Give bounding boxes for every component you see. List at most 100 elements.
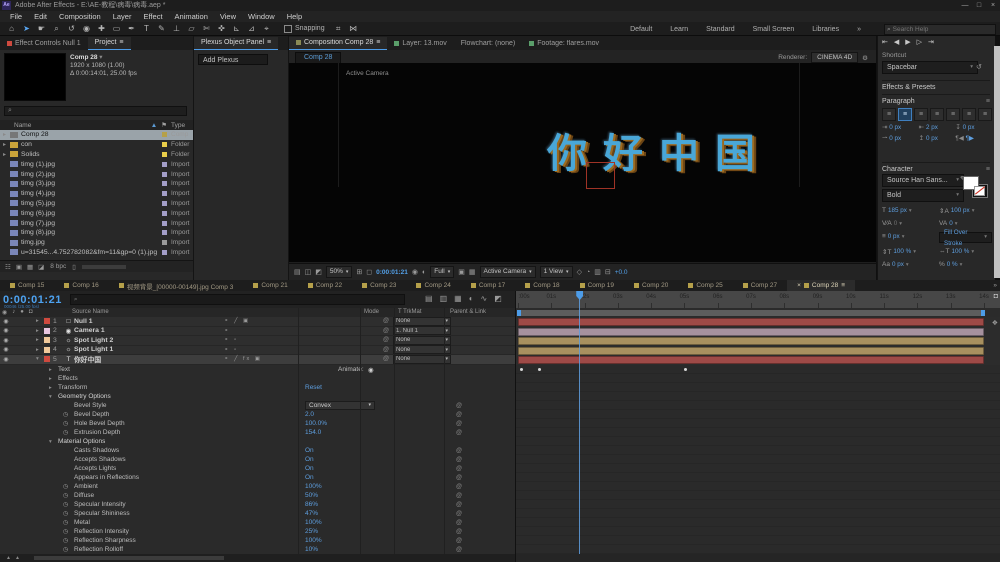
property-row[interactable]: ▸TextAnimate:◉: [0, 365, 515, 374]
comp-tab[interactable]: Comp 22: [298, 280, 352, 291]
align-left-button[interactable]: ≡: [882, 108, 896, 121]
property-row[interactable]: ▸Effects: [0, 374, 515, 383]
property-name[interactable]: Effects: [58, 375, 78, 382]
snapping-checkbox[interactable]: [284, 25, 292, 33]
layer-label-swatch[interactable]: [44, 328, 50, 334]
property-row[interactable]: Appears in ReflectionsOn@: [0, 473, 515, 482]
label-color-swatch[interactable]: [162, 162, 167, 167]
property-name[interactable]: Text: [58, 366, 70, 373]
label-color-swatch[interactable]: [162, 132, 167, 137]
layer-row[interactable]: ◉▾5T你好中国⚬ ╱ fx ▣@None▾: [0, 355, 515, 365]
twirl-icon[interactable]: ▸: [49, 367, 52, 373]
panel-menu-icon[interactable]: ≡: [841, 282, 845, 289]
stopwatch-icon[interactable]: ◷: [63, 528, 68, 535]
property-value[interactable]: 2.0: [305, 411, 314, 418]
pan-behind-tool-icon[interactable]: ✚: [94, 22, 109, 35]
project-item[interactable]: u=31545...4.752782082&fm=11&gp=0 (1).jpg…: [0, 248, 193, 258]
panel-menu-icon[interactable]: ≡: [267, 39, 271, 46]
baseline-shift-field[interactable]: Aa0 px▾: [882, 260, 935, 269]
pickwhip-icon[interactable]: @: [456, 538, 462, 544]
comp-tab[interactable]: Comp 19: [570, 280, 624, 291]
twirl-icon[interactable]: ▾: [49, 394, 52, 400]
property-row[interactable]: Casts ShadowsOn@: [0, 446, 515, 455]
property-row[interactable]: Accepts ShadowsOn@: [0, 455, 515, 464]
region-of-interest-icon[interactable]: ▣: [458, 268, 465, 276]
last-frame-button[interactable]: ⇥: [928, 38, 934, 46]
track-options-icon[interactable]: ❖: [992, 319, 998, 327]
parent-dropdown[interactable]: 1. Null 1▾: [393, 326, 451, 335]
twirl-icon[interactable]: ▸: [36, 328, 44, 334]
property-row[interactable]: ▾ Geometry Options: [0, 392, 515, 401]
property-row[interactable]: ▾Material Options: [0, 437, 515, 446]
vertical-scale-field[interactable]: ⇕T100 %▾: [882, 247, 935, 256]
project-item[interactable]: timg (7).jpgImport: [0, 218, 193, 228]
viewer-tab[interactable]: Flowchart: (none): [454, 38, 522, 50]
property-row[interactable]: ◷Bevel Depth2.0@: [0, 410, 515, 419]
exposure-value[interactable]: +0.0: [615, 269, 628, 276]
trkmat-column-header[interactable]: T TrkMat: [398, 309, 422, 315]
label-color-swatch[interactable]: [162, 152, 167, 157]
audio-column-icon[interactable]: ♪: [12, 309, 15, 316]
property-value[interactable]: 25%: [305, 528, 318, 535]
grid-guides-icon[interactable]: ⊞: [356, 268, 362, 276]
comp-flow-icon[interactable]: ⊟: [605, 268, 611, 276]
property-value[interactable]: Reset: [305, 384, 322, 391]
menu-view[interactable]: View: [214, 12, 242, 21]
color-depth-label[interactable]: 8 bpc: [50, 263, 66, 270]
keyframe-dot[interactable]: [538, 368, 541, 371]
animate-menu-icon[interactable]: ◉: [368, 366, 374, 374]
property-name[interactable]: Geometry Options: [58, 393, 111, 400]
property-row[interactable]: ◷Diffuse50%@: [0, 491, 515, 500]
panel-menu-icon[interactable]: ≡: [986, 98, 990, 105]
parent-dropdown[interactable]: None▾: [393, 355, 451, 364]
reset-view-icon[interactable]: ◫: [305, 268, 312, 276]
workspace-libraries[interactable]: Libraries: [803, 26, 848, 33]
layer-duration-bar[interactable]: [518, 328, 984, 336]
layer-switches[interactable]: ⚬ ▫: [224, 337, 319, 343]
viewer-tab[interactable]: Footage: flares.mov: [522, 38, 606, 50]
menu-composition[interactable]: Composition: [53, 12, 107, 21]
pickwhip-icon[interactable]: @: [456, 403, 462, 409]
renderer-settings-icon[interactable]: ⚙: [862, 54, 868, 62]
panel-menu-icon[interactable]: ≡: [986, 166, 990, 173]
stroke-width-field[interactable]: ≡0 px▾: [882, 232, 935, 241]
stopwatch-icon[interactable]: ◷: [63, 519, 68, 526]
align-right-button[interactable]: ≡: [914, 108, 928, 121]
pickwhip-icon[interactable]: @: [379, 356, 393, 362]
draft-3d-icon[interactable]: ▥: [440, 294, 448, 303]
preview-timecode[interactable]: 0:00:01:21: [376, 269, 408, 276]
roto-brush-tool-icon[interactable]: ✄: [199, 22, 214, 35]
property-name[interactable]: Reflection Rolloff: [74, 546, 123, 553]
twirl-icon[interactable]: ▸: [3, 151, 10, 158]
shape-tool-icon[interactable]: ▭: [109, 22, 124, 35]
property-value[interactable]: 100.0%: [305, 420, 327, 427]
label-color-swatch[interactable]: [162, 142, 167, 147]
trash-icon[interactable]: ▯: [72, 263, 76, 271]
help-search[interactable]: ⌕: [884, 24, 996, 35]
home-icon[interactable]: ⌂: [4, 22, 19, 35]
workspace-learn[interactable]: Learn: [661, 26, 697, 33]
work-area-start-handle[interactable]: [517, 310, 521, 316]
pickwhip-icon[interactable]: @: [456, 448, 462, 454]
effects-presets-panel-header[interactable]: Effects & Presets: [882, 80, 990, 91]
new-folder-icon[interactable]: ▣: [16, 263, 22, 271]
type-column-header[interactable]: Type: [171, 122, 193, 129]
renderer-value-button[interactable]: CINEMA 4D: [811, 52, 858, 63]
type-tool-icon[interactable]: T: [139, 22, 154, 35]
stopwatch-icon[interactable]: ◷: [63, 501, 68, 508]
twirl-icon[interactable]: ▸: [36, 318, 44, 324]
pickwhip-icon[interactable]: @: [456, 457, 462, 463]
property-row[interactable]: ◷Ambient100%@: [0, 482, 515, 491]
graph-editor-icon[interactable]: ◩: [494, 294, 502, 303]
pickwhip-icon[interactable]: @: [379, 347, 393, 353]
twirl-icon[interactable]: ▸: [49, 385, 52, 391]
solo-column-icon[interactable]: ●: [20, 309, 24, 316]
property-name[interactable]: Ambient: [74, 483, 98, 490]
font-size-field[interactable]: T185 px▾: [882, 206, 935, 215]
property-name[interactable]: Specular Shininess: [74, 510, 130, 517]
interpret-footage-icon[interactable]: ☷: [5, 263, 11, 271]
comp-tab[interactable]: Comp 23: [352, 280, 406, 291]
workspace-overflow-icon[interactable]: »: [848, 26, 870, 33]
clone-stamp-tool-icon[interactable]: ⊥: [169, 22, 184, 35]
pickwhip-icon[interactable]: @: [456, 430, 462, 436]
